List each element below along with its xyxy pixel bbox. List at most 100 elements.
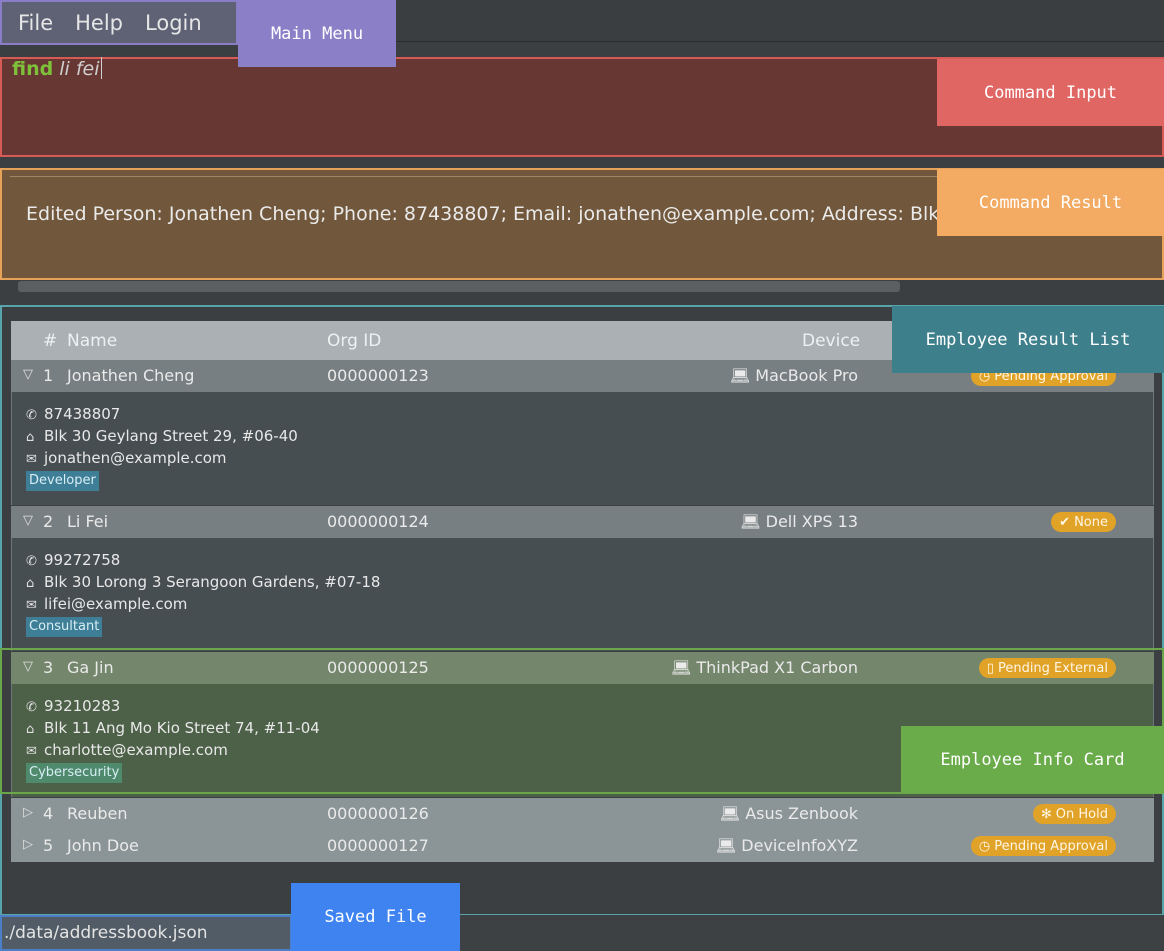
device-name: ThinkPad X1 Carbon xyxy=(696,658,858,677)
text-cursor xyxy=(100,57,102,79)
chevron-right-icon[interactable]: ▷ xyxy=(23,837,33,852)
row-index: 2 xyxy=(43,512,54,531)
detail-address: ⌂ Blk 30 Lorong 3 Serangoon Gardens, #07-… xyxy=(26,573,380,591)
external-icon: ▯ xyxy=(986,660,994,676)
home-icon: ⌂ xyxy=(26,722,35,737)
detail-phone: ✆ 93210283 xyxy=(26,697,120,715)
row-device: 💻︎ MacBook Pro xyxy=(730,366,858,385)
row-org-id: 0000000124 xyxy=(327,512,429,531)
main-menu: File Help Login xyxy=(0,0,238,45)
laptop-icon: 💻︎ xyxy=(670,658,697,677)
annotation-command-input: Command Input xyxy=(937,59,1164,126)
chevron-down-icon[interactable]: ▽ xyxy=(23,513,33,528)
status-badge: ◷ Pending Approval xyxy=(970,836,1116,856)
laptop-icon: 💻︎ xyxy=(729,366,756,385)
annotation-command-result: Command Result xyxy=(937,169,1164,236)
home-icon: ⌂ xyxy=(26,576,35,591)
mail-icon: ✉ xyxy=(26,598,37,613)
status-label: On Hold xyxy=(1055,806,1108,822)
chevron-right-icon[interactable]: ▷ xyxy=(23,805,33,820)
check-icon: ✔ xyxy=(1059,514,1071,530)
chevron-down-icon[interactable]: ▽ xyxy=(23,367,33,382)
detail-address: ⌂ Blk 30 Geylang Street 29, #06-40 xyxy=(26,427,298,445)
header-org-id[interactable]: Org ID xyxy=(327,331,381,351)
detail-email: ✉ jonathen@example.com xyxy=(26,449,227,467)
detail-address: ⌂ Blk 11 Ang Mo Kio Street 74, #11-04 xyxy=(26,719,320,737)
tag-badge: Consultant xyxy=(26,617,103,637)
mail-icon: ✉ xyxy=(26,744,37,759)
employee-result-list: # Name Org ID Device ▽ 1 Jonathen Cheng … xyxy=(0,305,1164,916)
menu-file[interactable]: File xyxy=(18,11,53,35)
phone-value: 93210283 xyxy=(44,697,121,715)
command-keyword: find xyxy=(12,58,54,80)
header-name[interactable]: Name xyxy=(67,331,117,351)
status-badge: ✻ On Hold xyxy=(1032,804,1116,824)
employee-row[interactable]: ▷ 5 John Doe 0000000127 💻︎ DeviceInfoXYZ… xyxy=(11,830,1154,862)
status-label: Pending Approval xyxy=(994,838,1108,854)
phone-icon: ✆ xyxy=(26,554,37,569)
annotation-main-menu: Main Menu xyxy=(238,0,396,67)
row-org-id: 0000000123 xyxy=(327,366,429,385)
annotation-saved-file: Saved File xyxy=(291,883,460,951)
detail-phone: ✆ 87438807 xyxy=(26,405,120,423)
email-value: charlotte@example.com xyxy=(44,741,228,759)
employee-row[interactable]: ▷ 4 Reuben 0000000126 💻︎ Asus Zenbook ✻ O… xyxy=(11,798,1154,830)
row-name: Reuben xyxy=(67,804,128,823)
saved-file-path: ./data/addressbook.json xyxy=(0,915,292,951)
result-scrollbar[interactable] xyxy=(18,281,900,292)
row-name: John Doe xyxy=(67,836,139,855)
status-badge: ▯ Pending External xyxy=(978,658,1116,678)
row-name: Jonathen Cheng xyxy=(67,366,195,385)
laptop-icon: 💻︎ xyxy=(740,512,766,531)
row-device: 💻︎ Dell XPS 13 xyxy=(740,512,858,531)
address-value: Blk 30 Geylang Street 29, #06-40 xyxy=(44,427,298,445)
row-name: Li Fei xyxy=(67,512,109,531)
status-bar: ./data/addressbook.json xyxy=(0,915,1164,951)
device-name: Dell XPS 13 xyxy=(765,512,858,531)
device-name: DeviceInfoXYZ xyxy=(741,836,858,855)
status-badge: ✔ None xyxy=(1051,512,1116,532)
annotation-info-card: Employee Info Card xyxy=(901,726,1164,793)
row-device: 💻︎ DeviceInfoXYZ xyxy=(716,836,858,855)
address-value: Blk 11 Ang Mo Kio Street 74, #11-04 xyxy=(44,719,320,737)
detail-email: ✉ charlotte@example.com xyxy=(26,741,228,759)
laptop-icon: 💻︎ xyxy=(719,804,746,823)
employee-row[interactable]: ▽ 2 Li Fei 0000000124 💻︎ Dell XPS 13 ✔ No… xyxy=(11,506,1154,538)
detail-email: ✉ lifei@example.com xyxy=(26,595,187,613)
command-args: li fei xyxy=(59,58,100,80)
address-value: Blk 30 Lorong 3 Serangoon Gardens, #07-1… xyxy=(44,573,381,591)
phone-icon: ✆ xyxy=(26,408,37,423)
menu-bar: File Help Login xyxy=(0,0,1164,45)
row-index: 5 xyxy=(43,836,54,855)
row-device: 💻︎ ThinkPad X1 Carbon xyxy=(671,658,858,677)
device-name: MacBook Pro xyxy=(755,366,858,385)
row-org-id: 0000000127 xyxy=(327,836,429,855)
employee-details: ✆ 99272758 ⌂ Blk 30 Lorong 3 Serangoon Gar… xyxy=(11,538,1154,651)
row-index: 3 xyxy=(43,658,54,677)
tag-badge: Developer xyxy=(26,471,99,491)
employee-row[interactable]: ▽ 3 Ga Jin 0000000125 💻︎ ThinkPad X1 Car… xyxy=(11,652,1154,684)
row-index: 4 xyxy=(43,804,54,823)
clock-icon: ◷ xyxy=(978,838,991,854)
home-icon: ⌂ xyxy=(26,430,35,445)
device-name: Asus Zenbook xyxy=(745,804,858,823)
mail-icon: ✉ xyxy=(26,452,37,467)
menu-login[interactable]: Login xyxy=(145,11,202,35)
command-text[interactable]: find li fei xyxy=(12,57,102,80)
gear-icon: ✻ xyxy=(1040,806,1052,822)
employee-details: ✆ 87438807 ⌂ Blk 30 Geylang Street 29, #06… xyxy=(11,392,1154,505)
phone-icon: ✆ xyxy=(26,700,37,715)
chevron-down-icon[interactable]: ▽ xyxy=(23,659,33,674)
phone-value: 87438807 xyxy=(44,405,121,423)
menu-help[interactable]: Help xyxy=(75,11,123,35)
email-value: jonathen@example.com xyxy=(44,449,227,467)
row-org-id: 0000000126 xyxy=(327,804,429,823)
phone-value: 99272758 xyxy=(44,551,121,569)
header-device[interactable]: Device xyxy=(802,331,860,351)
status-label: None xyxy=(1074,514,1108,530)
status-label: Pending External xyxy=(997,660,1108,676)
detail-phone: ✆ 99272758 xyxy=(26,551,120,569)
annotation-employee-list: Employee Result List xyxy=(892,306,1164,373)
row-org-id: 0000000125 xyxy=(327,658,429,677)
laptop-icon: 💻︎ xyxy=(715,836,742,855)
